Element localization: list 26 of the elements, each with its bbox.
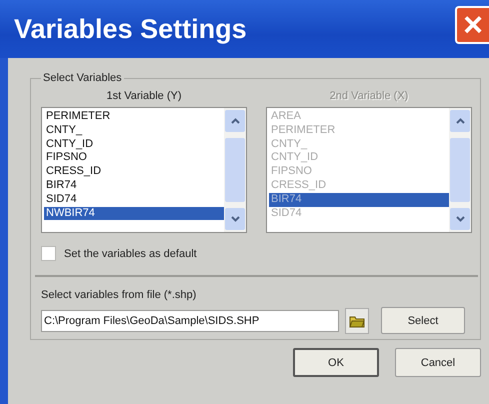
scroll-up-icon[interactable] (225, 110, 245, 132)
ok-button[interactable]: OK (293, 348, 379, 377)
checkbox[interactable] (41, 246, 56, 261)
close-button[interactable]: × (455, 6, 489, 44)
select-button[interactable]: Select (381, 307, 465, 334)
scrollbar[interactable] (224, 108, 246, 232)
window-title: Variables Settings (14, 14, 247, 44)
file-label: Select variables from file (*.shp) (41, 289, 198, 301)
list-label: 2nd Variable (X) (330, 90, 408, 102)
group-label: Select Variables (42, 72, 123, 84)
list-item[interactable]: NWBIR74 (44, 206, 224, 220)
list-label: 1st Variable (Y) (106, 90, 182, 102)
scroll-down-icon[interactable] (225, 208, 245, 230)
list-item[interactable]: CNTY_ID (44, 138, 224, 152)
list-item[interactable]: PERIMETER (44, 110, 224, 124)
list-item[interactable]: SID74 (44, 192, 224, 207)
checkbox-label: Set the variables as default (64, 248, 197, 260)
list-item[interactable]: FIPSNO (44, 151, 224, 166)
list-item[interactable]: BIR74 (44, 178, 224, 193)
browse-button[interactable] (345, 308, 369, 334)
variable-list[interactable]: PERIMETER CNTY_ CNTY_ID FIPSNO CRESS_ID BIR74 SID74 NWBIR74 (41, 107, 247, 233)
cancel-button[interactable]: Cancel (395, 348, 481, 377)
list-item[interactable]: CRESS_ID (44, 165, 224, 179)
folder-icon (349, 314, 365, 328)
list-item[interactable]: CNTY_ (44, 124, 224, 138)
file-path-field[interactable]: C:\Program Files\GeoDa\Sample\SIDS.SHP (41, 310, 339, 332)
